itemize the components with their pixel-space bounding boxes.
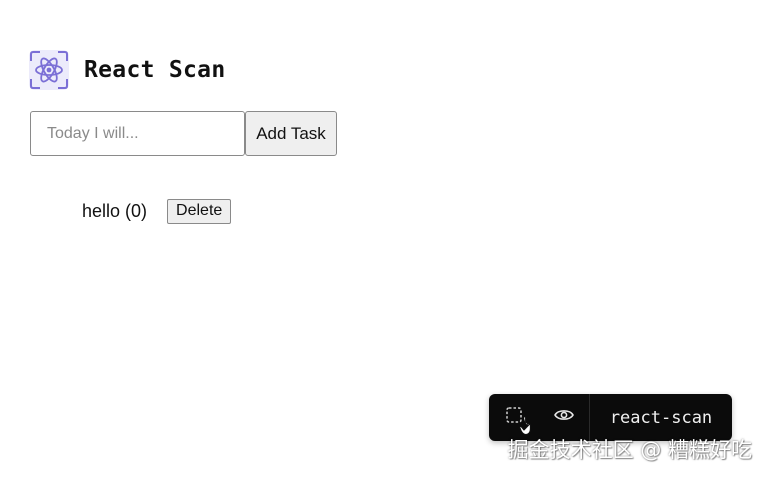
task-list: hello (0) Delete <box>82 198 232 224</box>
toolbar-label[interactable]: react-scan <box>590 408 732 428</box>
react-atom-icon <box>29 50 69 90</box>
list-item: hello (0) Delete <box>82 198 232 224</box>
watermark: 掘金技术社区 @ 糟糕好吃 <box>507 438 752 462</box>
task-form: Add Task <box>30 111 337 156</box>
header: React Scan <box>29 50 225 90</box>
delete-button[interactable]: Delete <box>167 198 232 224</box>
add-task-button[interactable]: Add Task <box>245 111 337 156</box>
task-text: hello (0) <box>82 200 148 221</box>
page-title: React Scan <box>84 57 226 83</box>
page: React Scan Add Task hello (0) Delete <box>0 0 768 480</box>
task-input[interactable] <box>30 111 245 156</box>
eye-icon <box>554 408 574 427</box>
